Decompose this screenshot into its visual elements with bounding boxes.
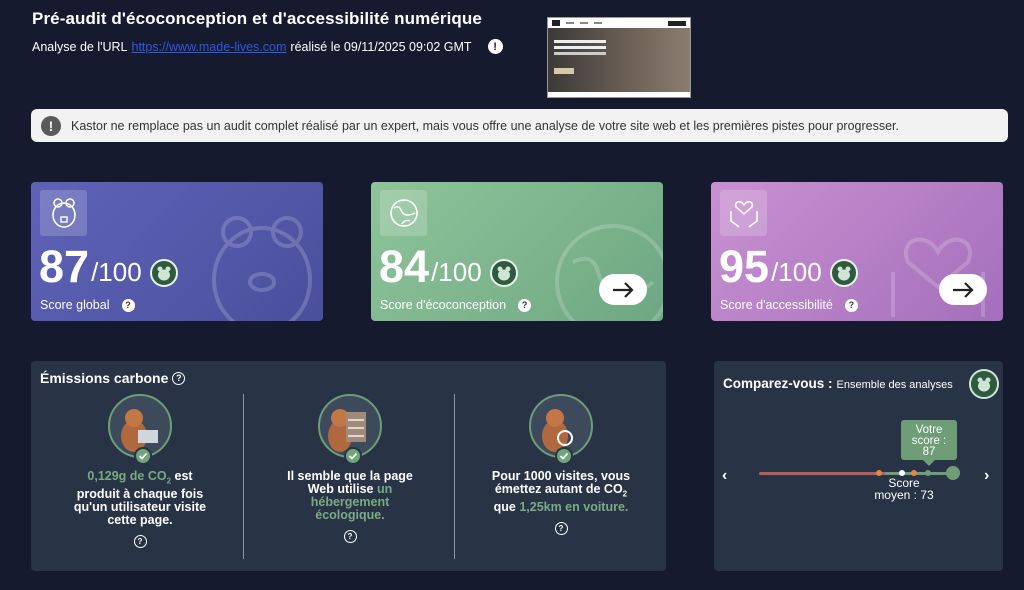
- score-global-label: Score global: [40, 298, 110, 312]
- beaver-badge-icon: [149, 259, 178, 287]
- beaver-icon: [40, 190, 87, 236]
- compare-subtitle: Ensemble des analyses: [836, 379, 953, 391]
- score-card-accessibility: 95 /100 Score d'accessibilité ?: [711, 182, 1003, 321]
- info-icon[interactable]: !: [487, 39, 503, 54]
- chevron-left-icon[interactable]: ‹: [722, 467, 727, 485]
- disclaimer-notice: ! Kastor ne remplace pas un audit comple…: [31, 109, 1008, 142]
- help-icon[interactable]: ?: [172, 371, 186, 385]
- accessibility-details-button[interactable]: [939, 274, 987, 305]
- heart-hands-icon: [720, 190, 767, 236]
- score-card-global: 87 /100 Score global ?: [31, 182, 323, 321]
- analyzed-url-link[interactable]: https://www.made-lives.com: [132, 40, 287, 54]
- carbon-emissions-panel: Émissions carbone ? 0,129g de CO2 est pr…: [31, 361, 666, 571]
- globe-watermark-icon: [555, 224, 663, 321]
- eco-details-button[interactable]: [599, 274, 647, 305]
- range-tick: [876, 470, 882, 476]
- check-icon: [344, 447, 362, 465]
- divider: [454, 394, 455, 559]
- help-icon[interactable]: ?: [343, 530, 357, 543]
- help-icon[interactable]: ?: [554, 521, 568, 535]
- score-global-value: 87: [39, 241, 90, 292]
- carbon-hosting-text: Il semble que la page Web utilise un héb…: [287, 469, 413, 522]
- average-score-label: Score moyen : 73: [874, 476, 934, 502]
- carbon-1000-visits-text: Pour 1000 visites, vous émettez autant d…: [491, 469, 631, 514]
- score-card-eco: 84 /100 Score d'écoconception ?: [371, 182, 663, 321]
- carbon-column-1000-visits: Pour 1000 visites, vous émettez autant d…: [456, 394, 666, 549]
- beaver-server-illustration: [318, 394, 382, 465]
- score-eco-max: /100: [431, 257, 482, 287]
- score-access-value: 95: [719, 241, 770, 292]
- compare-title-row: Comparez-vous : Ensemble des analyses: [723, 376, 953, 391]
- compare-title: Comparez-vous :: [723, 376, 833, 391]
- beaver-badge-icon: [489, 259, 518, 287]
- score-access-label: Score d'accessibilité: [720, 298, 833, 312]
- arrow-right-icon: [953, 281, 974, 298]
- carbon-title: Émissions carbone: [40, 370, 169, 386]
- beaver-badge-icon: [969, 369, 999, 399]
- score-access-label-row: Score d'accessibilité ?: [720, 298, 858, 312]
- carbon-per-visit-text: 0,129g de CO2 est produit à chaque fois …: [73, 469, 207, 527]
- warning-icon: !: [41, 115, 61, 136]
- help-icon[interactable]: ?: [518, 298, 532, 312]
- score-eco-value: 84: [379, 241, 430, 292]
- heart-hands-watermark-icon: [891, 237, 985, 317]
- score-eco-label-row: Score d'écoconception ?: [380, 298, 532, 312]
- page-title: Pré-audit d'écoconception et d'accessibi…: [32, 9, 482, 28]
- site-screenshot-thumbnail: [547, 17, 691, 98]
- globe-icon: [380, 190, 427, 236]
- score-range-track-highlight: [885, 472, 955, 475]
- help-icon[interactable]: ?: [133, 534, 147, 548]
- carbon-column-per-visit: 0,129g de CO2 est produit à chaque fois …: [35, 394, 245, 549]
- arrow-right-icon: [613, 281, 634, 298]
- range-end-knob: [946, 466, 960, 480]
- divider: [243, 394, 244, 559]
- compare-panel: Comparez-vous : Ensemble des analyses Vo…: [714, 361, 1003, 571]
- carbon-title-row: Émissions carbone ?: [40, 370, 186, 386]
- beaver-watermark-icon: [212, 216, 312, 321]
- analysis-date: réalisé le 09/11/2025 09:02 GMT: [290, 39, 472, 54]
- your-score-marker: [925, 470, 931, 476]
- score-access-max: /100: [771, 257, 822, 287]
- check-icon: [555, 447, 573, 465]
- check-icon: [134, 447, 152, 465]
- score-eco-label: Score d'écoconception: [380, 298, 507, 312]
- chevron-right-icon[interactable]: ›: [984, 467, 989, 485]
- beaver-badge-icon: [829, 259, 858, 287]
- help-icon[interactable]: ?: [844, 298, 858, 312]
- url-line: Analyse de l'URL https://www.made-lives.…: [32, 39, 503, 54]
- carbon-column-hosting: Il semble que la page Web utilise un héb…: [245, 394, 455, 549]
- score-global-label-row: Score global ?: [40, 298, 135, 312]
- disclaimer-text: Kastor ne remplace pas un audit complet …: [71, 118, 899, 133]
- help-icon[interactable]: ?: [121, 298, 135, 312]
- score-global-max: /100: [91, 257, 142, 287]
- beaver-car-illustration: [529, 394, 593, 465]
- url-prefix: Analyse de l'URL: [32, 39, 128, 54]
- your-score-tooltip: Votre score : 87: [901, 420, 957, 466]
- beaver-laptop-illustration: [108, 394, 172, 465]
